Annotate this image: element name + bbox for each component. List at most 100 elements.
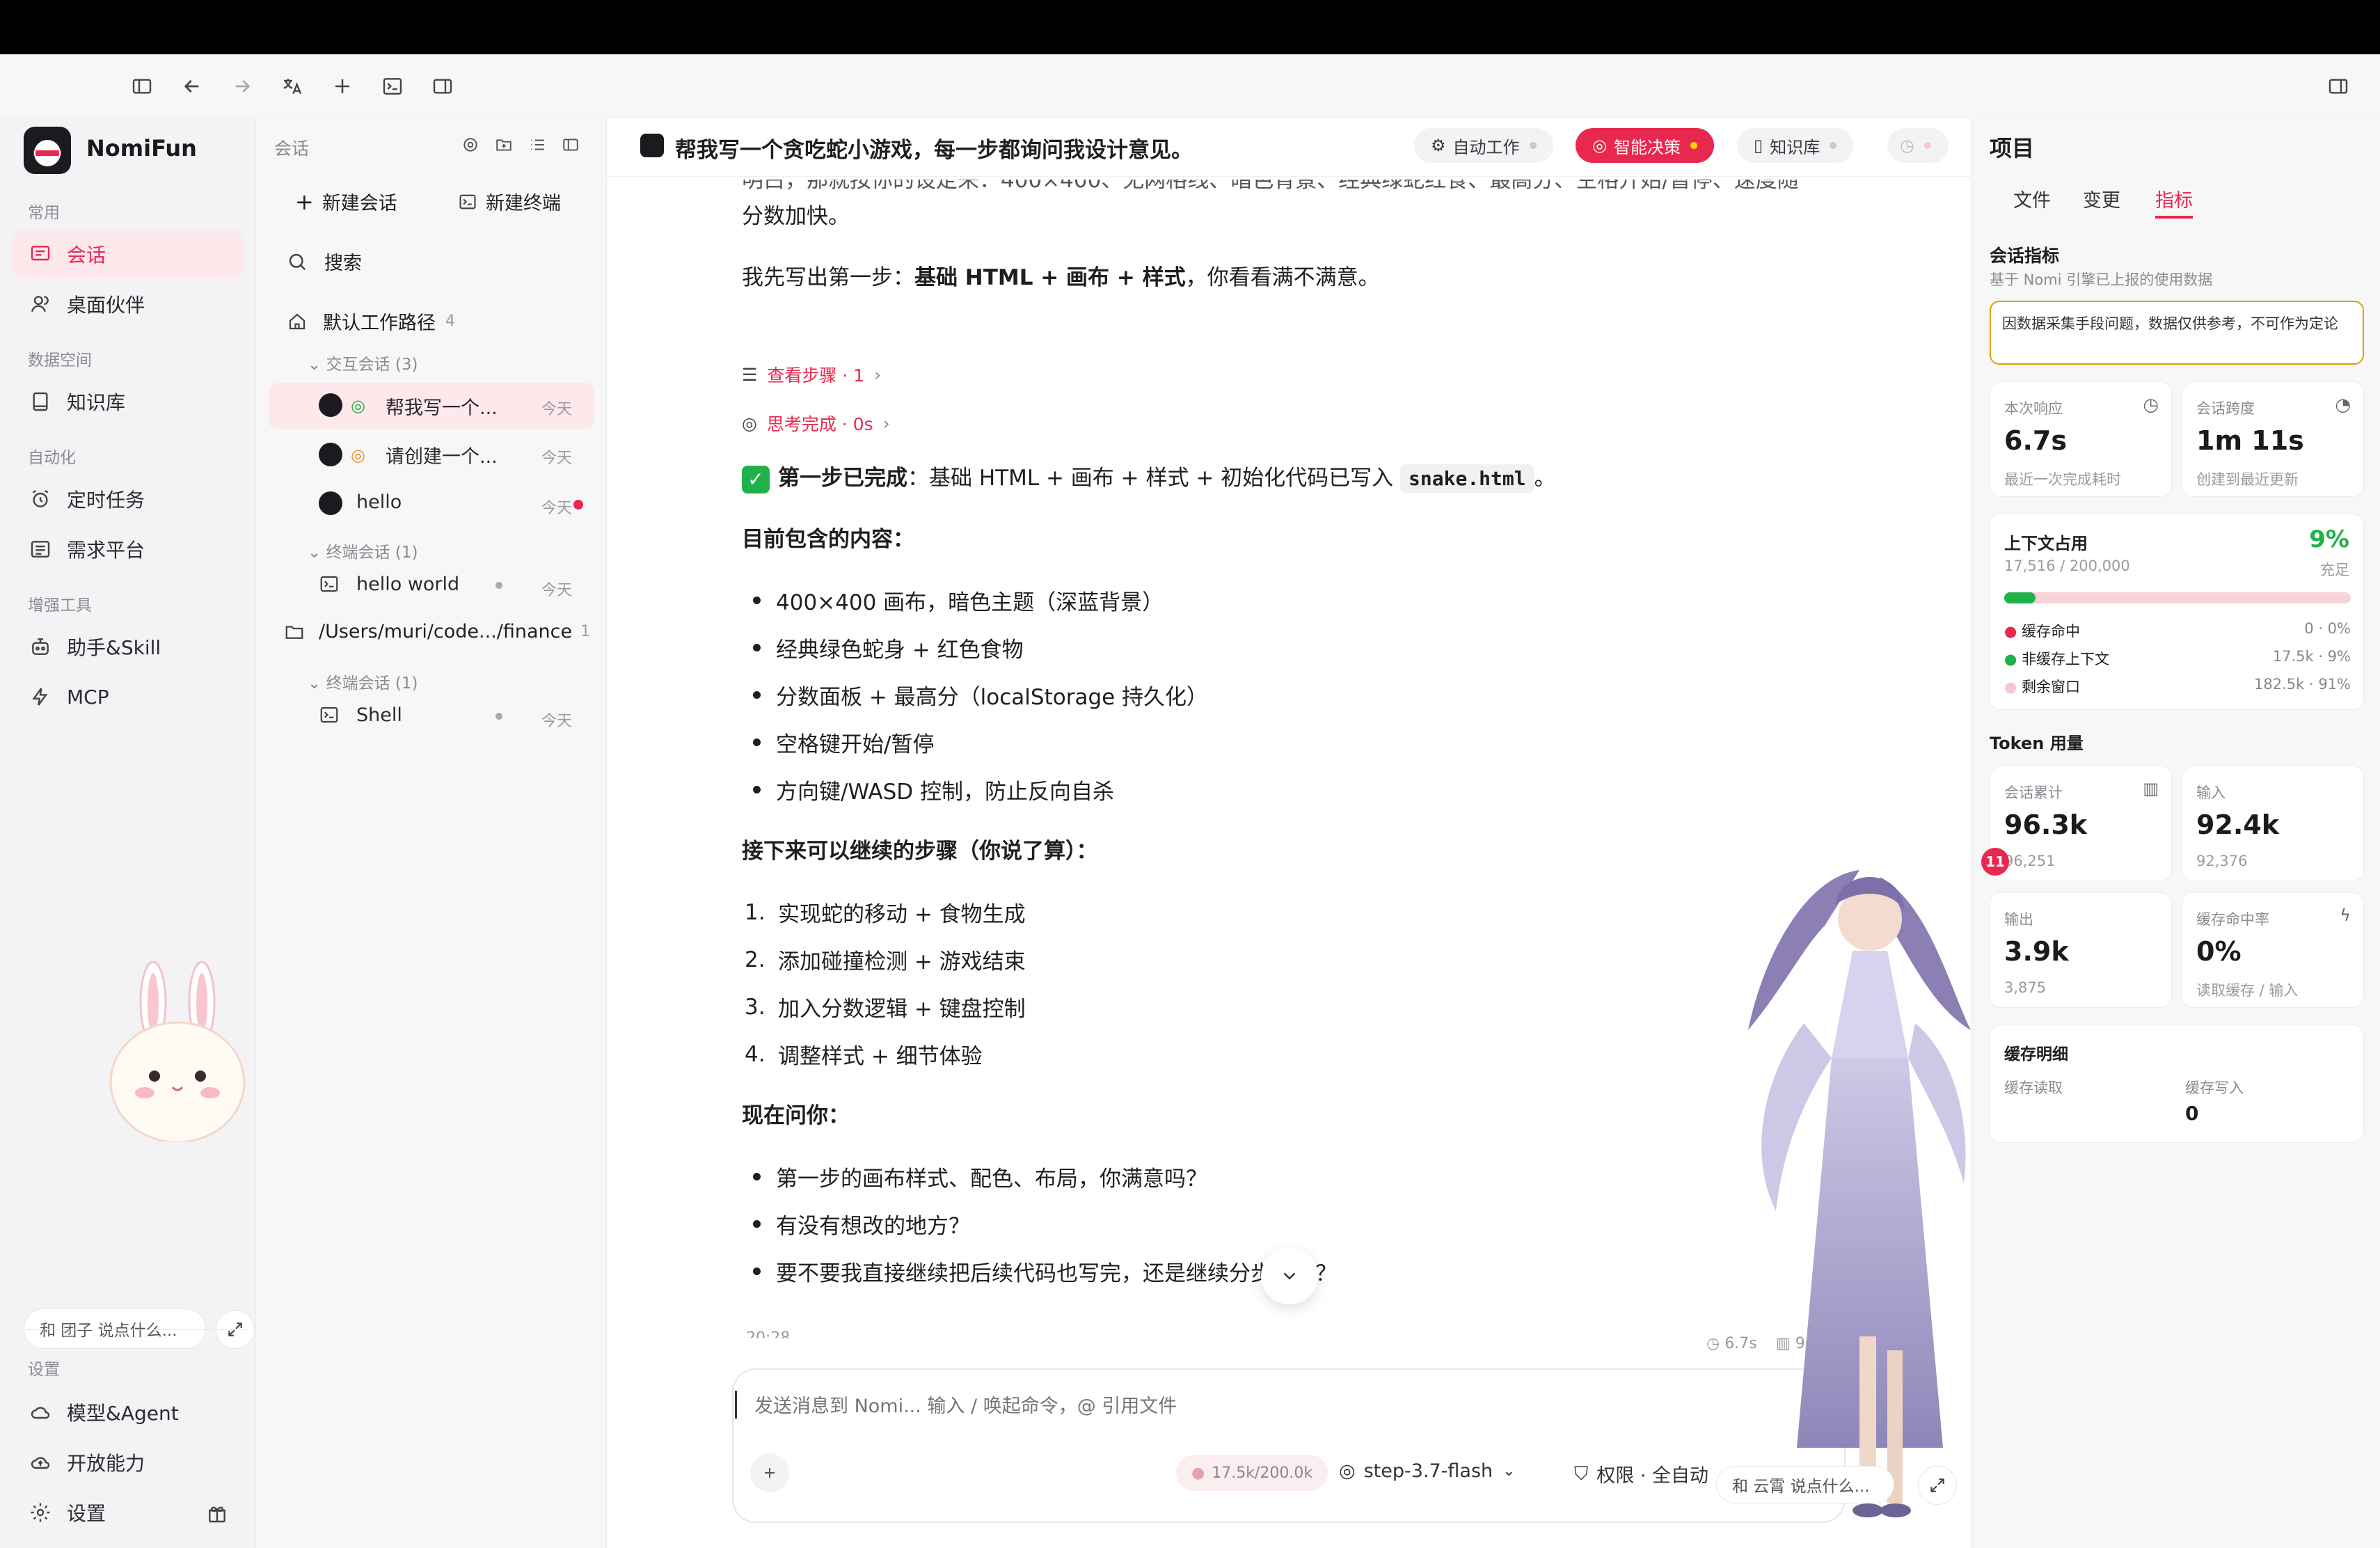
question-text: 要不要我直接继续把后续代码也写完，还是继续分步问你？ (776, 1261, 1337, 1286)
nav-item-open[interactable]: 开放能力 (13, 1438, 244, 1487)
metric-sub: 92,376 (2196, 853, 2248, 869)
settings-icon[interactable] (459, 134, 482, 156)
step-number: 1. (745, 899, 765, 925)
smart-decision-pill[interactable]: ◎ 智能决策 (1576, 128, 1714, 163)
gift-icon[interactable] (203, 1499, 231, 1527)
ask-heading: 现在问你： (742, 1103, 850, 1128)
back-icon[interactable] (175, 70, 209, 103)
tab-metrics[interactable]: 指标 (2155, 185, 2193, 212)
translate-icon[interactable] (276, 70, 309, 103)
sidebar-toggle-icon[interactable] (125, 70, 159, 103)
metrics-subtitle: 基于 Nomi 引擎已上报的使用数据 (1990, 271, 2213, 288)
link-label: 思考完成 · 0s (766, 414, 873, 434)
thinking-done-link[interactable]: ◎ 思考完成 · 0s › (742, 411, 890, 436)
interactive-group-toggle[interactable]: ⌄ 交互会话 (3) (308, 351, 418, 374)
home-icon (287, 311, 308, 332)
data-disclaimer: 因数据采集手段问题，数据仅供参考，不可作为定论 (1990, 301, 2364, 365)
bullet-text: 经典绿色蛇身 + 红色食物 (776, 638, 1024, 663)
metric-value: 6.7s (2004, 425, 2067, 456)
bullet-dot (753, 739, 761, 746)
status-dot (1923, 142, 1931, 149)
context-title: 上下文占用 (2004, 534, 2088, 553)
message-intro: 我先写出第一步：基础 HTML + 画布 + 样式，你看看满不满意。 (742, 262, 1380, 294)
question-item: 要不要我直接继续把后续代码也写完，还是继续分步问你？ (742, 1256, 1337, 1287)
terminal-item-title[interactable]: hello world (356, 574, 459, 595)
timer-pill[interactable]: ◷ (1887, 128, 1949, 163)
nav-item-label: 模型&Agent (67, 1402, 179, 1425)
question-text: 第一步的画布样式、配色、布局，你满意吗？ (776, 1167, 1207, 1192)
context-usage-chip[interactable]: ● 17.5k/200.0k (1176, 1455, 1328, 1491)
nav-item-mcp[interactable]: MCP (13, 672, 244, 721)
chat-main: 帮我写一个贪吃蛇小游戏，每一步都询问我设计意见。 ⚙ 自动工作 ◎ 智能决策 ▯ 知识… (607, 118, 1998, 1548)
right-panel-toggle-icon[interactable] (2322, 70, 2355, 103)
expand-icon[interactable] (1918, 1466, 1957, 1505)
unread-dot (573, 500, 583, 510)
cache-read-label: 缓存读取 (2004, 1080, 2063, 1096)
panel-toggle-icon[interactable] (426, 70, 459, 103)
clock-icon: ◷ (1706, 1335, 1720, 1352)
session-item-title[interactable]: hello (356, 491, 402, 513)
chevron-right-icon: › (874, 364, 882, 385)
search-button[interactable]: 搜索 (287, 248, 362, 275)
nav-item-knowledge[interactable]: 知识库 (13, 377, 244, 426)
session-item-title[interactable]: 请创建一个... (386, 441, 498, 468)
book-icon (28, 389, 53, 414)
nav-item-chat[interactable]: 会话 (13, 230, 244, 278)
knowledge-pill[interactable]: ▯ 知识库 (1737, 128, 1854, 163)
auto-work-pill[interactable]: ⚙ 自动工作 (1414, 128, 1553, 163)
view-steps-link[interactable]: ☰ 查看步骤 · 1 › (742, 362, 881, 387)
nav-item-demand[interactable]: 需求平台 (13, 525, 244, 574)
nav-item-schedule[interactable]: 定时任务 (13, 475, 244, 523)
tab-files[interactable]: 文件 (2013, 185, 2051, 212)
workspace-default[interactable]: 默认工作路径 4 (287, 308, 455, 335)
new-chat-label: 新建会话 (322, 193, 397, 214)
scroll-to-bottom-button[interactable] (1261, 1247, 1318, 1304)
companion-chat-input[interactable]: 和 云霄 说点什么... (1716, 1466, 1894, 1503)
nav-item-partner[interactable]: 桌面伙伴 (13, 280, 244, 329)
collapse-panel-icon[interactable] (560, 134, 582, 156)
shield-icon: ⛉ (1574, 1462, 1589, 1485)
nav-item-assistant[interactable]: 助手&Skill (13, 622, 244, 671)
gauge-icon: ◔ (2335, 395, 2351, 416)
chat-title: 帮我写一个贪吃蛇小游戏，每一步都询问我设计意见。 (675, 138, 1193, 163)
add-attachment-button[interactable] (750, 1453, 789, 1492)
session-item-time: 今天 (541, 401, 573, 418)
companion-chat-input[interactable]: 和 团子 说点什么... (24, 1309, 206, 1349)
terminal-icon (319, 704, 340, 725)
forward-icon[interactable] (225, 70, 259, 103)
nav-item-model[interactable]: 模型&Agent (13, 1388, 244, 1437)
plus-icon[interactable] (326, 70, 359, 103)
terminal-icon[interactable] (376, 70, 409, 103)
bullet-dot (753, 691, 761, 699)
legend-dot: ● (2004, 679, 2017, 695)
terminal-group2-toggle[interactable]: ⌄ 终端会话 (1) (308, 670, 418, 693)
model-selector[interactable]: ◎ step-3.7-flash ⌄ (1339, 1460, 1516, 1482)
workspace-folder[interactable]: /Users/muri/code.../finance 1 (284, 621, 590, 642)
list-icon[interactable] (526, 134, 548, 156)
session-item-title: 帮我写一个... (386, 397, 498, 419)
tab-changes[interactable]: 变更 (2083, 185, 2120, 212)
app-logo (24, 127, 71, 174)
plus-icon: + (295, 188, 314, 215)
avatar (319, 491, 342, 515)
companion-character[interactable] (1720, 849, 1985, 1548)
divider (24, 1329, 246, 1330)
terminal-item-time: 今天 (541, 713, 573, 730)
companion-bunny[interactable] (104, 961, 257, 1142)
chat-header: 帮我写一个贪吃蛇小游戏，每一步都询问我设计意见。 ⚙ 自动工作 ◎ 智能决策 ▯ 知识… (607, 118, 1971, 177)
message-input[interactable] (754, 1389, 1798, 1423)
terminal-item-time: 今天 (541, 582, 573, 599)
metric-value: 92.4k (2196, 809, 2280, 840)
step-text: 实现蛇的移动 + 食物生成 (778, 902, 1026, 927)
terminal-group-toggle[interactable]: ⌄ 终端会话 (1) (308, 539, 418, 562)
new-terminal-button[interactable]: 新建终端 (458, 188, 561, 215)
terminal-item-title[interactable]: Shell (356, 704, 402, 726)
bullet-text: 方向键/WASD 控制，防止反向自杀 (776, 780, 1115, 805)
new-chat-button[interactable]: + 新建会话 (295, 188, 397, 215)
metric-card-hitrate: 缓存命中率 ϟ 0% 读取缓存 / 输入 (2182, 892, 2364, 1008)
folder-plus-icon[interactable] (493, 134, 515, 156)
permission-selector[interactable]: ⛉ 权限 · 全自动 (1574, 1460, 1708, 1487)
text-cursor (735, 1391, 737, 1419)
users-icon (28, 292, 53, 317)
legend-name: 非缓存上下文 (2022, 651, 2110, 668)
